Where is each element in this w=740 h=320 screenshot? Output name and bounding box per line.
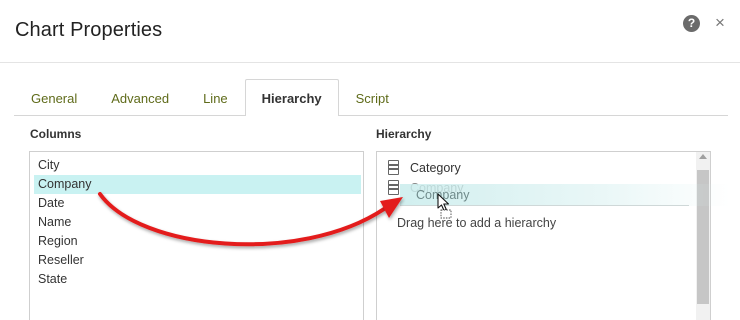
chart-properties-dialog: Chart Properties ? × General Advanced Li… <box>0 0 740 320</box>
column-item-company[interactable]: Company <box>34 175 361 194</box>
tab-script[interactable]: Script <box>339 79 406 116</box>
hierarchy-label: Hierarchy <box>376 127 432 141</box>
tab-hierarchy[interactable]: Hierarchy <box>244 79 339 116</box>
tab-line[interactable]: Line <box>186 79 245 116</box>
column-item-region[interactable]: Region <box>34 232 361 251</box>
column-item-reseller[interactable]: Reseller <box>34 251 361 270</box>
columns-list[interactable]: City Company Date Name Region Reseller S… <box>29 151 364 320</box>
hierarchy-item-category[interactable]: Category <box>388 158 461 177</box>
tabs-divider <box>14 115 728 116</box>
tab-advanced[interactable]: Advanced <box>94 79 186 116</box>
drag-ghost: Company <box>400 184 730 206</box>
hierarchy-item-label: Category <box>410 160 461 175</box>
header-divider <box>0 62 740 63</box>
tab-bar: General Advanced Line Hierarchy Script <box>14 79 406 116</box>
column-item-date[interactable]: Date <box>34 194 361 213</box>
tab-general[interactable]: General <box>14 79 94 116</box>
question-circle-icon[interactable]: ? <box>683 15 700 32</box>
columns-label: Columns <box>30 127 82 141</box>
column-item-city[interactable]: City <box>34 156 361 175</box>
drop-indicator <box>400 205 689 206</box>
close-icon[interactable]: × <box>715 13 725 33</box>
column-item-name[interactable]: Name <box>34 213 361 232</box>
hierarchy-level-icon <box>388 160 399 175</box>
column-item-state[interactable]: State <box>34 270 361 289</box>
drop-hint: Drag here to add a hierarchy <box>397 216 557 230</box>
hierarchy-level-icon <box>388 180 399 195</box>
dialog-title: Chart Properties <box>15 19 163 41</box>
scroll-up-arrow-icon[interactable] <box>699 154 707 159</box>
